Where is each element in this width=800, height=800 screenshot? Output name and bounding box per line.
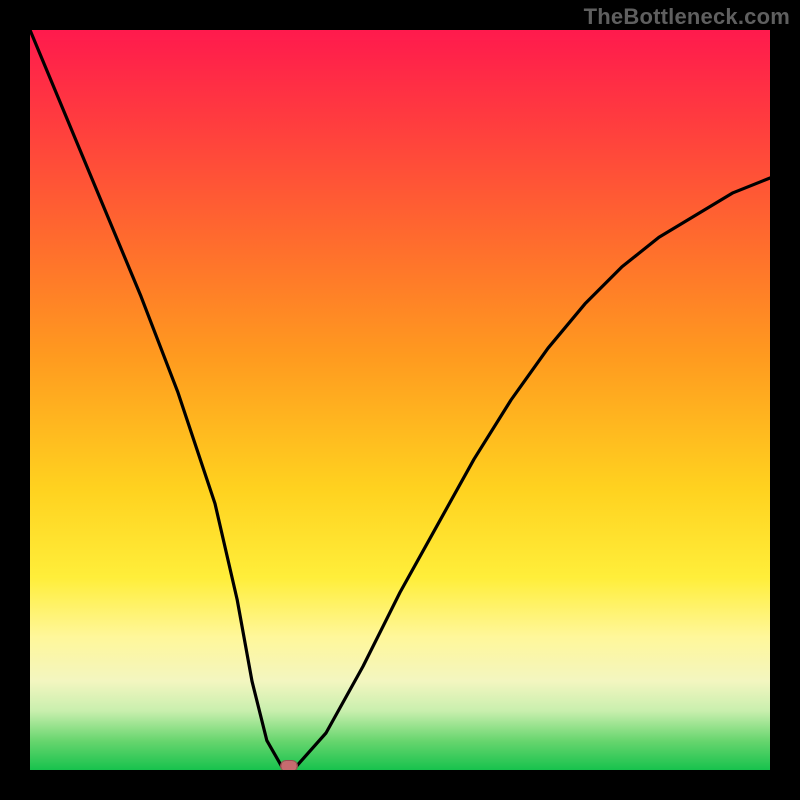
- watermark-text: TheBottleneck.com: [584, 4, 790, 30]
- chart-stage: TheBottleneck.com: [0, 0, 800, 800]
- curve-minimum-marker: [281, 761, 297, 770]
- plot-area: [30, 30, 770, 770]
- bottleneck-curve: [30, 30, 770, 770]
